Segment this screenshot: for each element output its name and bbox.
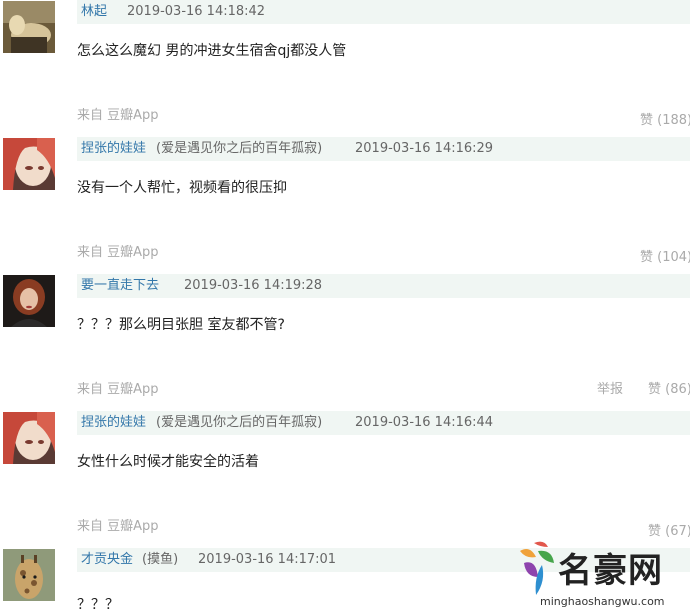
comment-item: 捏张的娃娃 (爱是遇见你之后的百年孤寂) 2019-03-16 14:16:29… <box>0 137 690 274</box>
horse-photo-avatar-icon <box>3 1 55 53</box>
comment-time: 2019-03-16 14:19:28 <box>184 278 323 293</box>
comment-list: 林起 2019-03-16 14:18:42 怎么这么魔幻 男的冲进女生宿舍qj… <box>0 0 690 613</box>
comment-time: 2019-03-16 14:18:42 <box>127 4 266 19</box>
author-link[interactable]: 要一直走下去 <box>81 274 159 298</box>
author-link[interactable]: 捏张的娃娃 <box>81 411 146 435</box>
comment-item: 捏张的娃娃 (爱是遇见你之后的百年孤寂) 2019-03-16 14:16:44… <box>0 411 690 548</box>
site-watermark: 名豪网 minghaoshangwu.com <box>514 537 690 613</box>
woman-portrait-avatar-icon <box>3 275 55 327</box>
comment-time: 2019-03-16 14:16:44 <box>355 415 494 430</box>
comment-meta-bar: 林起 2019-03-16 14:18:42 <box>77 0 690 24</box>
comment-source: 来自 豆瓣App <box>77 382 159 397</box>
author-link[interactable]: 捏张的娃娃 <box>81 137 146 161</box>
anime-girl-avatar-icon <box>3 138 55 190</box>
comment-source: 来自 豆瓣App <box>77 245 159 260</box>
author-signature: (摸鱼) <box>142 552 179 567</box>
user-avatar[interactable] <box>3 549 55 601</box>
comment-item: 林起 2019-03-16 14:18:42 怎么这么魔幻 男的冲进女生宿舍qj… <box>0 0 690 137</box>
anime-girl-avatar-icon <box>3 412 55 464</box>
comment-item: 要一直走下去 2019-03-16 14:19:28 ？？？那么明目张胆 室友都… <box>0 274 690 411</box>
comment-text: 女性什么时候才能安全的活着 <box>77 454 259 470</box>
report-link[interactable]: 举报 <box>597 378 623 397</box>
comment-text: 没有一个人帮忙，视频看的很压抑 <box>77 180 287 196</box>
author-link[interactable]: 林起 <box>81 0 107 24</box>
comment-text: 怎么这么魔幻 男的冲进女生宿舍qj都没人管 <box>77 43 347 59</box>
vote-button[interactable]: 赞 (188) <box>640 109 690 128</box>
comment-text: ？？？那么明目张胆 室友都不管? <box>77 317 285 333</box>
author-signature: (爱是遇见你之后的百年孤寂) <box>156 415 323 430</box>
comment-source: 来自 豆瓣App <box>77 108 159 123</box>
watermark-url: minghaoshangwu.com <box>540 595 665 608</box>
vote-button[interactable]: 赞 (104) <box>640 246 690 265</box>
comment-text: ？？？ <box>77 597 119 613</box>
comment-meta-bar: 捏张的娃娃 (爱是遇见你之后的百年孤寂) 2019-03-16 14:16:44 <box>77 411 690 435</box>
comment-time: 2019-03-16 14:17:01 <box>198 552 337 567</box>
comment-meta-bar: 要一直走下去 2019-03-16 14:19:28 <box>77 274 690 298</box>
author-signature: (爱是遇见你之后的百年孤寂) <box>156 141 323 156</box>
user-avatar[interactable] <box>3 1 55 53</box>
author-link[interactable]: 才贡央金 <box>81 548 133 572</box>
comment-time: 2019-03-16 14:16:29 <box>355 141 494 156</box>
user-avatar[interactable] <box>3 275 55 327</box>
leaf-logo-icon <box>520 541 554 595</box>
giraffe-avatar-icon <box>3 549 55 601</box>
vote-button[interactable]: 赞 (86) <box>648 378 690 397</box>
user-avatar[interactable] <box>3 138 55 190</box>
user-avatar[interactable] <box>3 412 55 464</box>
comment-source: 来自 豆瓣App <box>77 519 159 534</box>
watermark-name: 名豪网 <box>558 551 663 591</box>
comment-meta-bar: 捏张的娃娃 (爱是遇见你之后的百年孤寂) 2019-03-16 14:16:29 <box>77 137 690 161</box>
